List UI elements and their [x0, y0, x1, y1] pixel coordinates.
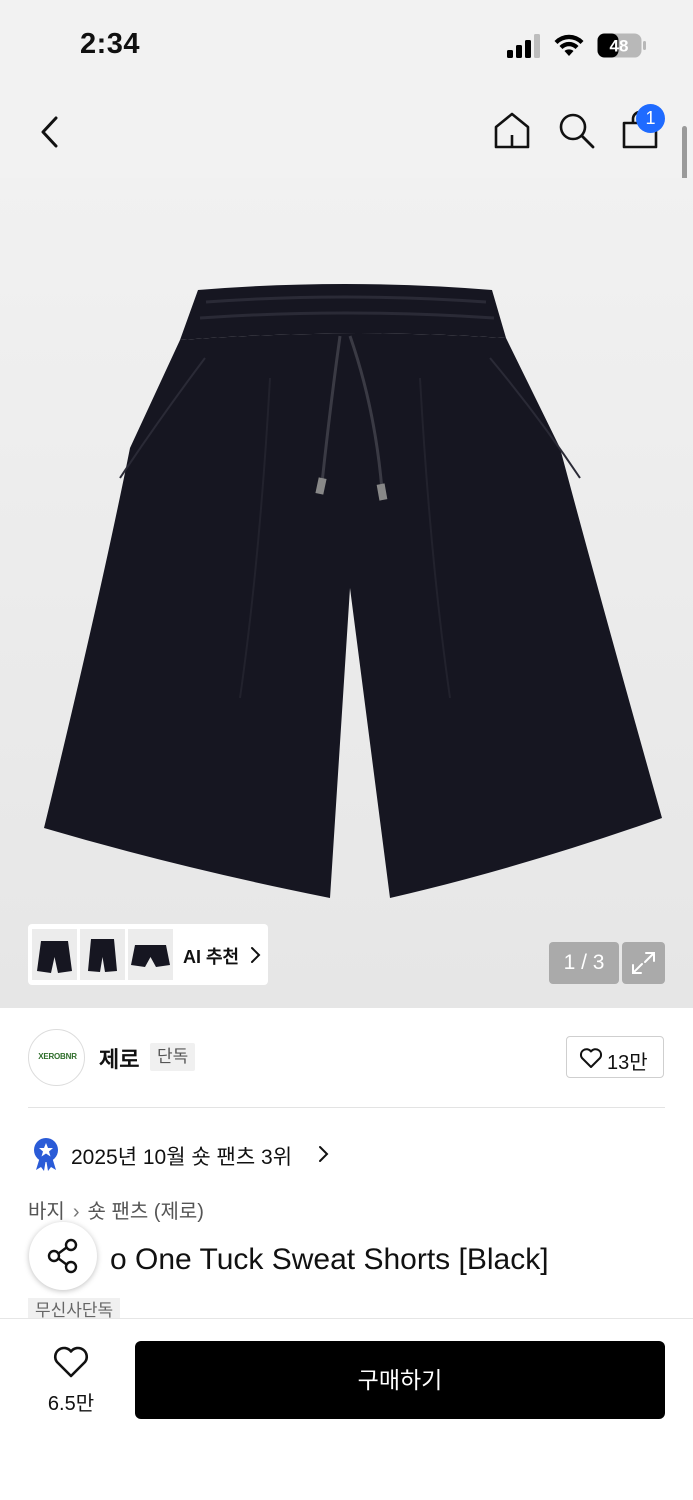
- wishlist-button[interactable]: 6.5만: [36, 1343, 106, 1415]
- cellular-signal-icon: [507, 34, 540, 58]
- product-title: o One Tuck Sweat Shorts [Black]: [28, 1243, 549, 1277]
- breadcrumb: 바지 › 숏 팬츠 (제로): [28, 1195, 204, 1224]
- heart-icon: [579, 1048, 603, 1068]
- wishlist-count: 6.5만: [47, 1393, 95, 1415]
- ranking-badge-icon: [34, 1138, 58, 1171]
- expand-icon: [632, 952, 655, 974]
- brand-like-count: 13만: [607, 1052, 648, 1074]
- buy-button[interactable]: 구매하기: [135, 1341, 665, 1419]
- battery-icon: 48: [597, 33, 646, 58]
- breadcrumb-item-pants[interactable]: 바지: [28, 1201, 65, 1223]
- brand-logo[interactable]: XEROBNR: [28, 1029, 85, 1086]
- heart-icon: [54, 1346, 88, 1378]
- status-time: 2:34: [80, 28, 141, 60]
- expand-button[interactable]: [622, 942, 665, 984]
- product-title-text: o One Tuck Sweat Shorts [Black]: [110, 1243, 549, 1276]
- wifi-icon: [554, 34, 584, 56]
- nav-bar: [0, 90, 693, 178]
- chevron-right-icon: [319, 1146, 329, 1162]
- share-button[interactable]: [29, 1222, 97, 1290]
- back-icon[interactable]: [30, 110, 70, 154]
- image-page-counter: 1 / 3: [549, 942, 619, 984]
- brand-name[interactable]: 제로: [99, 1042, 139, 1074]
- cart-count-badge: 1: [636, 104, 665, 133]
- ranking-text: 2025년 10월 숏 팬츠 3위: [71, 1146, 293, 1169]
- search-icon[interactable]: [554, 108, 598, 152]
- home-icon[interactable]: [490, 108, 534, 152]
- thumbnail-3[interactable]: [128, 929, 173, 980]
- thumbnail-2[interactable]: [80, 929, 125, 980]
- brand-like-button[interactable]: 13만: [566, 1036, 664, 1078]
- bottom-action-bar: 6.5만 구매하기: [0, 1318, 693, 1500]
- battery-level: 48: [610, 37, 629, 56]
- product-image[interactable]: AI 추천 1 / 3: [0, 178, 693, 1008]
- breadcrumb-separator-icon: ›: [72, 1201, 80, 1223]
- divider: [28, 1107, 665, 1108]
- shorts-image: [44, 284, 662, 898]
- thumbnail-strip[interactable]: AI 추천: [28, 924, 268, 985]
- share-icon: [47, 1238, 78, 1274]
- breadcrumb-item-shorts[interactable]: 숏 팬츠 (제로): [87, 1201, 203, 1223]
- brand-logo-text: XEROBNR: [38, 1052, 77, 1061]
- status-bar: 2:34 48: [0, 0, 693, 90]
- chevron-right-icon: [251, 947, 261, 963]
- ai-recommend-label[interactable]: AI 추천: [183, 943, 239, 969]
- thumbnail-1[interactable]: [32, 929, 77, 980]
- brand-exclusive-tag: 단독: [150, 1043, 196, 1071]
